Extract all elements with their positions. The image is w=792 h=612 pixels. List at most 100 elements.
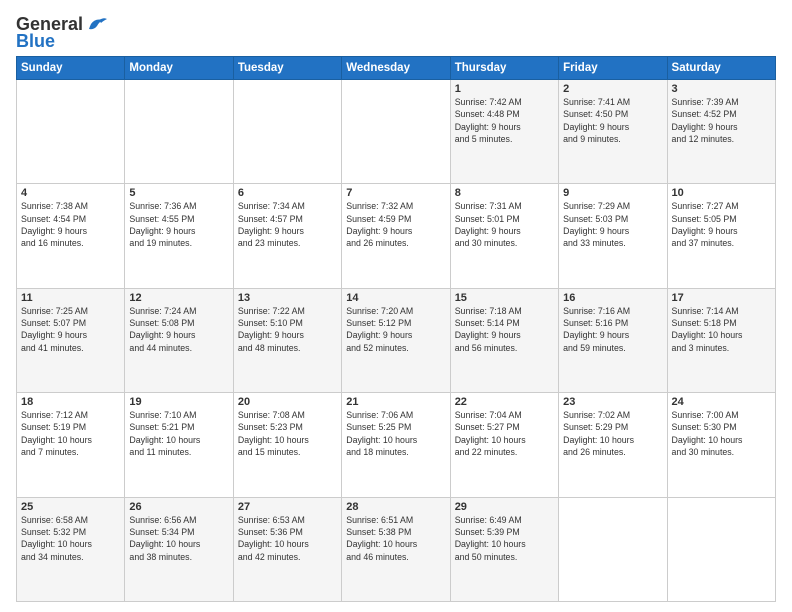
calendar-cell: 29Sunrise: 6:49 AM Sunset: 5:39 PM Dayli… xyxy=(450,497,558,601)
day-number: 6 xyxy=(238,187,337,199)
calendar-cell xyxy=(125,80,233,184)
logo: General Blue xyxy=(16,14,107,52)
calendar-cell: 14Sunrise: 7:20 AM Sunset: 5:12 PM Dayli… xyxy=(342,288,450,392)
calendar-cell: 17Sunrise: 7:14 AM Sunset: 5:18 PM Dayli… xyxy=(667,288,775,392)
day-info: Sunrise: 7:10 AM Sunset: 5:21 PM Dayligh… xyxy=(129,409,228,458)
calendar-cell: 6Sunrise: 7:34 AM Sunset: 4:57 PM Daylig… xyxy=(233,184,341,288)
day-info: Sunrise: 7:41 AM Sunset: 4:50 PM Dayligh… xyxy=(563,96,662,145)
calendar-cell: 21Sunrise: 7:06 AM Sunset: 5:25 PM Dayli… xyxy=(342,393,450,497)
day-number: 22 xyxy=(455,396,554,408)
calendar-cell: 2Sunrise: 7:41 AM Sunset: 4:50 PM Daylig… xyxy=(559,80,667,184)
day-info: Sunrise: 7:00 AM Sunset: 5:30 PM Dayligh… xyxy=(672,409,771,458)
day-number: 18 xyxy=(21,396,120,408)
calendar-cell xyxy=(342,80,450,184)
day-header-sunday: Sunday xyxy=(17,57,125,80)
day-info: Sunrise: 7:08 AM Sunset: 5:23 PM Dayligh… xyxy=(238,409,337,458)
day-number: 5 xyxy=(129,187,228,199)
calendar-cell xyxy=(667,497,775,601)
day-info: Sunrise: 7:36 AM Sunset: 4:55 PM Dayligh… xyxy=(129,200,228,249)
day-header-thursday: Thursday xyxy=(450,57,558,80)
day-number: 2 xyxy=(563,83,662,95)
day-info: Sunrise: 7:04 AM Sunset: 5:27 PM Dayligh… xyxy=(455,409,554,458)
calendar-cell: 28Sunrise: 6:51 AM Sunset: 5:38 PM Dayli… xyxy=(342,497,450,601)
day-info: Sunrise: 7:29 AM Sunset: 5:03 PM Dayligh… xyxy=(563,200,662,249)
day-info: Sunrise: 7:20 AM Sunset: 5:12 PM Dayligh… xyxy=(346,305,445,354)
day-number: 19 xyxy=(129,396,228,408)
calendar-cell: 12Sunrise: 7:24 AM Sunset: 5:08 PM Dayli… xyxy=(125,288,233,392)
day-info: Sunrise: 7:24 AM Sunset: 5:08 PM Dayligh… xyxy=(129,305,228,354)
logo-bird-icon xyxy=(85,16,107,32)
calendar-week-row: 25Sunrise: 6:58 AM Sunset: 5:32 PM Dayli… xyxy=(17,497,776,601)
day-number: 10 xyxy=(672,187,771,199)
calendar-cell: 11Sunrise: 7:25 AM Sunset: 5:07 PM Dayli… xyxy=(17,288,125,392)
calendar-cell xyxy=(17,80,125,184)
calendar-cell: 27Sunrise: 6:53 AM Sunset: 5:36 PM Dayli… xyxy=(233,497,341,601)
calendar-cell: 4Sunrise: 7:38 AM Sunset: 4:54 PM Daylig… xyxy=(17,184,125,288)
calendar-cell: 24Sunrise: 7:00 AM Sunset: 5:30 PM Dayli… xyxy=(667,393,775,497)
day-info: Sunrise: 6:58 AM Sunset: 5:32 PM Dayligh… xyxy=(21,514,120,563)
day-number: 7 xyxy=(346,187,445,199)
calendar-cell: 23Sunrise: 7:02 AM Sunset: 5:29 PM Dayli… xyxy=(559,393,667,497)
calendar-cell xyxy=(559,497,667,601)
day-header-friday: Friday xyxy=(559,57,667,80)
day-number: 26 xyxy=(129,501,228,513)
calendar-cell: 19Sunrise: 7:10 AM Sunset: 5:21 PM Dayli… xyxy=(125,393,233,497)
day-number: 23 xyxy=(563,396,662,408)
calendar-table: SundayMondayTuesdayWednesdayThursdayFrid… xyxy=(16,56,776,602)
day-number: 27 xyxy=(238,501,337,513)
day-header-tuesday: Tuesday xyxy=(233,57,341,80)
calendar-header-row: SundayMondayTuesdayWednesdayThursdayFrid… xyxy=(17,57,776,80)
day-number: 29 xyxy=(455,501,554,513)
day-number: 8 xyxy=(455,187,554,199)
calendar-cell: 5Sunrise: 7:36 AM Sunset: 4:55 PM Daylig… xyxy=(125,184,233,288)
day-number: 3 xyxy=(672,83,771,95)
calendar-cell: 20Sunrise: 7:08 AM Sunset: 5:23 PM Dayli… xyxy=(233,393,341,497)
day-number: 21 xyxy=(346,396,445,408)
calendar-cell: 25Sunrise: 6:58 AM Sunset: 5:32 PM Dayli… xyxy=(17,497,125,601)
calendar-cell: 15Sunrise: 7:18 AM Sunset: 5:14 PM Dayli… xyxy=(450,288,558,392)
calendar-cell: 22Sunrise: 7:04 AM Sunset: 5:27 PM Dayli… xyxy=(450,393,558,497)
day-number: 12 xyxy=(129,292,228,304)
day-number: 20 xyxy=(238,396,337,408)
day-number: 1 xyxy=(455,83,554,95)
day-number: 15 xyxy=(455,292,554,304)
day-info: Sunrise: 7:32 AM Sunset: 4:59 PM Dayligh… xyxy=(346,200,445,249)
day-info: Sunrise: 7:25 AM Sunset: 5:07 PM Dayligh… xyxy=(21,305,120,354)
day-info: Sunrise: 7:18 AM Sunset: 5:14 PM Dayligh… xyxy=(455,305,554,354)
header: General Blue xyxy=(16,12,776,52)
calendar-week-row: 4Sunrise: 7:38 AM Sunset: 4:54 PM Daylig… xyxy=(17,184,776,288)
calendar-cell: 9Sunrise: 7:29 AM Sunset: 5:03 PM Daylig… xyxy=(559,184,667,288)
calendar-cell: 7Sunrise: 7:32 AM Sunset: 4:59 PM Daylig… xyxy=(342,184,450,288)
calendar-cell: 8Sunrise: 7:31 AM Sunset: 5:01 PM Daylig… xyxy=(450,184,558,288)
logo-blue: Blue xyxy=(16,31,55,52)
calendar-cell: 18Sunrise: 7:12 AM Sunset: 5:19 PM Dayli… xyxy=(17,393,125,497)
day-number: 28 xyxy=(346,501,445,513)
day-info: Sunrise: 7:42 AM Sunset: 4:48 PM Dayligh… xyxy=(455,96,554,145)
calendar-cell: 10Sunrise: 7:27 AM Sunset: 5:05 PM Dayli… xyxy=(667,184,775,288)
page: General Blue SundayMondayTuesdayWednesda… xyxy=(0,0,792,612)
day-number: 24 xyxy=(672,396,771,408)
day-info: Sunrise: 7:12 AM Sunset: 5:19 PM Dayligh… xyxy=(21,409,120,458)
calendar-week-row: 11Sunrise: 7:25 AM Sunset: 5:07 PM Dayli… xyxy=(17,288,776,392)
day-info: Sunrise: 7:16 AM Sunset: 5:16 PM Dayligh… xyxy=(563,305,662,354)
day-info: Sunrise: 7:27 AM Sunset: 5:05 PM Dayligh… xyxy=(672,200,771,249)
calendar-cell: 26Sunrise: 6:56 AM Sunset: 5:34 PM Dayli… xyxy=(125,497,233,601)
day-header-monday: Monday xyxy=(125,57,233,80)
day-number: 11 xyxy=(21,292,120,304)
calendar-cell: 13Sunrise: 7:22 AM Sunset: 5:10 PM Dayli… xyxy=(233,288,341,392)
calendar-week-row: 1Sunrise: 7:42 AM Sunset: 4:48 PM Daylig… xyxy=(17,80,776,184)
day-number: 13 xyxy=(238,292,337,304)
day-info: Sunrise: 7:34 AM Sunset: 4:57 PM Dayligh… xyxy=(238,200,337,249)
day-number: 14 xyxy=(346,292,445,304)
calendar-cell: 1Sunrise: 7:42 AM Sunset: 4:48 PM Daylig… xyxy=(450,80,558,184)
calendar-week-row: 18Sunrise: 7:12 AM Sunset: 5:19 PM Dayli… xyxy=(17,393,776,497)
day-info: Sunrise: 7:14 AM Sunset: 5:18 PM Dayligh… xyxy=(672,305,771,354)
day-info: Sunrise: 6:56 AM Sunset: 5:34 PM Dayligh… xyxy=(129,514,228,563)
calendar-cell: 16Sunrise: 7:16 AM Sunset: 5:16 PM Dayli… xyxy=(559,288,667,392)
day-info: Sunrise: 6:51 AM Sunset: 5:38 PM Dayligh… xyxy=(346,514,445,563)
day-info: Sunrise: 7:06 AM Sunset: 5:25 PM Dayligh… xyxy=(346,409,445,458)
day-header-saturday: Saturday xyxy=(667,57,775,80)
day-info: Sunrise: 7:39 AM Sunset: 4:52 PM Dayligh… xyxy=(672,96,771,145)
day-number: 16 xyxy=(563,292,662,304)
day-info: Sunrise: 6:49 AM Sunset: 5:39 PM Dayligh… xyxy=(455,514,554,563)
